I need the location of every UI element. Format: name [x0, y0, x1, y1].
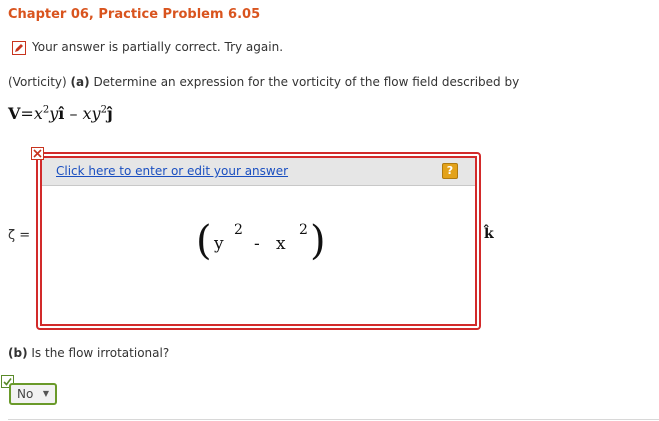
irrotational-select-value: No: [17, 387, 34, 401]
expr-minus: -: [254, 234, 260, 254]
flow-field-equation: V=x2yî – xy2ĵ: [8, 104, 113, 123]
eq-term1-y: y: [49, 104, 59, 123]
expr-x: x: [276, 234, 286, 254]
part-b-text: Is the flow irrotational?: [31, 346, 170, 360]
question-text: (Vorticity) (a) Determine an expression …: [8, 75, 519, 89]
incorrect-icon: [31, 147, 44, 160]
eq-term1-x: x: [33, 104, 43, 123]
eq-term2-xy: xy: [82, 104, 101, 123]
question-prefix: (Vorticity): [8, 75, 67, 89]
part-a-label: (a): [70, 75, 90, 89]
problem-title: Chapter 06, Practice Problem 6.05: [8, 7, 261, 22]
chevron-down-icon: ▼: [42, 389, 49, 398]
status-message: Your answer is partially correct. Try ag…: [32, 40, 284, 54]
part-b-question: (b) Is the flow irrotational?: [8, 346, 169, 360]
edit-answer-link[interactable]: Click here to enter or edit your answer: [56, 164, 288, 178]
eq-minus: –: [64, 104, 83, 123]
bottom-divider: [8, 419, 659, 420]
expr-y: y: [214, 234, 224, 254]
close-paren: ): [310, 218, 326, 264]
expr-y-exp: 2: [234, 222, 243, 238]
open-paren: (: [196, 218, 212, 264]
part-b-label: (b): [8, 346, 28, 360]
help-button[interactable]: ?: [442, 163, 458, 179]
vorticity-symbol: ζ =: [8, 228, 31, 243]
expr-x-exp: 2: [299, 222, 308, 238]
j-hat: ĵ: [106, 104, 113, 123]
equals-sign: =: [20, 104, 34, 123]
irrotational-select[interactable]: No ▼: [9, 383, 57, 405]
question-body: Determine an expression for the vorticit…: [93, 75, 520, 89]
partially-correct-icon: [12, 41, 26, 55]
velocity-symbol: V: [8, 104, 21, 123]
k-hat-unit-vector: k̂: [484, 226, 494, 242]
